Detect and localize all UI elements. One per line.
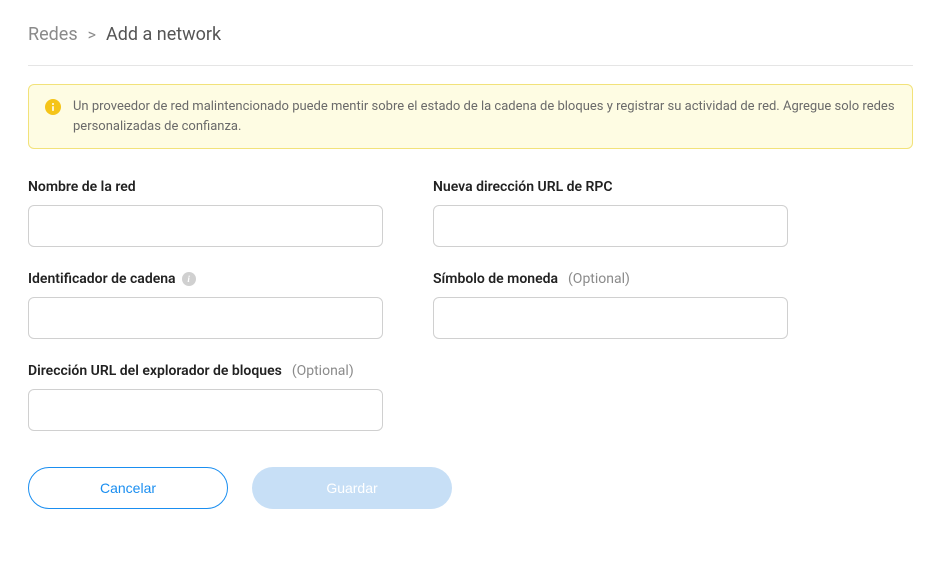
save-button[interactable]: Guardar (252, 467, 452, 509)
field-chain-id: Identificador de cadena i (28, 271, 383, 339)
divider (28, 65, 913, 66)
label-block-explorer-text: Dirección URL del explorador de bloques (28, 363, 282, 379)
breadcrumb-root[interactable]: Redes (28, 24, 78, 45)
label-chain-id: Identificador de cadena i (28, 271, 383, 287)
currency-symbol-input[interactable] (433, 297, 788, 339)
label-chain-id-text: Identificador de cadena (28, 271, 176, 287)
tooltip-icon[interactable]: i (182, 272, 196, 286)
label-network-name: Nombre de la red (28, 179, 383, 195)
warning-text: Un proveedor de red malintencionado pued… (73, 97, 896, 136)
breadcrumb-current: Add a network (106, 24, 221, 45)
label-currency-symbol-text: Símbolo de moneda (433, 271, 558, 287)
button-row: Cancelar Guardar (28, 467, 913, 509)
block-explorer-input[interactable] (28, 389, 383, 431)
label-rpc-url: Nueva dirección URL de RPC (433, 179, 788, 195)
field-network-name: Nombre de la red (28, 179, 383, 247)
field-rpc-url: Nueva dirección URL de RPC (433, 179, 788, 247)
form-grid: Nombre de la red Nueva dirección URL de … (28, 179, 788, 431)
network-name-input[interactable] (28, 205, 383, 247)
field-currency-symbol: Símbolo de moneda (Optional) (433, 271, 788, 339)
label-block-explorer: Dirección URL del explorador de bloques … (28, 363, 383, 379)
cancel-button[interactable]: Cancelar (28, 467, 228, 509)
label-currency-symbol: Símbolo de moneda (Optional) (433, 271, 788, 287)
chevron-right-icon: > (88, 25, 96, 44)
optional-tag: (Optional) (292, 363, 354, 379)
warning-banner: Un proveedor de red malintencionado pued… (28, 84, 913, 149)
field-block-explorer: Dirección URL del explorador de bloques … (28, 363, 383, 431)
optional-tag: (Optional) (568, 271, 630, 287)
breadcrumb: Redes > Add a network (28, 24, 913, 45)
chain-id-input[interactable] (28, 297, 383, 339)
rpc-url-input[interactable] (433, 205, 788, 247)
info-icon (45, 99, 61, 115)
